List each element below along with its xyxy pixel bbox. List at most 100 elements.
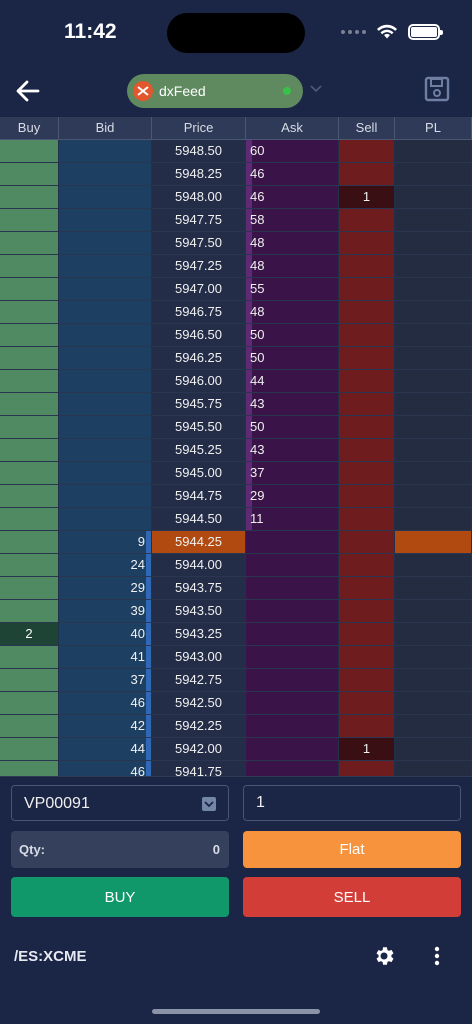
sell-cell[interactable] bbox=[339, 485, 395, 508]
ask-cell[interactable]: 46 bbox=[246, 186, 339, 209]
bid-cell[interactable] bbox=[59, 393, 152, 416]
buy-cell[interactable] bbox=[0, 255, 59, 278]
sell-cell[interactable] bbox=[339, 278, 395, 301]
ask-cell[interactable]: 50 bbox=[246, 416, 339, 439]
ask-cell[interactable]: 29 bbox=[246, 485, 339, 508]
sell-cell[interactable] bbox=[339, 531, 395, 554]
sell-cell[interactable] bbox=[339, 646, 395, 669]
bid-cell[interactable]: 29 bbox=[59, 577, 152, 600]
sell-cell[interactable] bbox=[339, 416, 395, 439]
buy-cell[interactable] bbox=[0, 301, 59, 324]
buy-cell[interactable]: 2 bbox=[0, 623, 59, 646]
ask-cell[interactable]: 44 bbox=[246, 370, 339, 393]
ask-cell[interactable] bbox=[246, 531, 339, 554]
ask-cell[interactable]: 43 bbox=[246, 439, 339, 462]
symbol-label[interactable]: /ES:XCME bbox=[14, 948, 87, 965]
sell-cell[interactable] bbox=[339, 370, 395, 393]
sell-cell[interactable] bbox=[339, 439, 395, 462]
gear-icon[interactable] bbox=[372, 944, 396, 968]
bid-cell[interactable] bbox=[59, 301, 152, 324]
buy-cell[interactable] bbox=[0, 209, 59, 232]
buy-cell[interactable] bbox=[0, 738, 59, 761]
ask-cell[interactable]: 37 bbox=[246, 462, 339, 485]
sell-cell[interactable] bbox=[339, 623, 395, 646]
sell-cell[interactable] bbox=[339, 715, 395, 738]
bid-cell[interactable] bbox=[59, 163, 152, 186]
ask-cell[interactable]: 55 bbox=[246, 278, 339, 301]
sell-cell[interactable] bbox=[339, 163, 395, 186]
bid-cell[interactable] bbox=[59, 324, 152, 347]
ask-cell[interactable] bbox=[246, 577, 339, 600]
order-quantity-input[interactable] bbox=[243, 785, 461, 821]
bid-cell[interactable] bbox=[59, 462, 152, 485]
bid-cell[interactable]: 9 bbox=[59, 531, 152, 554]
bid-cell[interactable] bbox=[59, 347, 152, 370]
buy-cell[interactable] bbox=[0, 324, 59, 347]
ask-cell[interactable]: 11 bbox=[246, 508, 339, 531]
ask-cell[interactable]: 50 bbox=[246, 347, 339, 370]
sell-cell[interactable] bbox=[339, 324, 395, 347]
ask-cell[interactable]: 43 bbox=[246, 393, 339, 416]
bid-cell[interactable] bbox=[59, 416, 152, 439]
buy-cell[interactable] bbox=[0, 554, 59, 577]
flat-button[interactable]: Flat bbox=[243, 831, 461, 868]
price-ladder[interactable]: Buy Bid Price Ask Sell PL 5948.50 60 5948.… bbox=[0, 117, 472, 776]
feed-selector[interactable]: dxFeed bbox=[127, 74, 303, 108]
sell-cell[interactable] bbox=[339, 761, 395, 776]
sell-cell[interactable] bbox=[339, 692, 395, 715]
buy-cell[interactable] bbox=[0, 439, 59, 462]
ask-cell[interactable] bbox=[246, 692, 339, 715]
sell-cell[interactable] bbox=[339, 669, 395, 692]
buy-cell[interactable] bbox=[0, 232, 59, 255]
buy-cell[interactable] bbox=[0, 347, 59, 370]
sell-cell[interactable] bbox=[339, 554, 395, 577]
bid-cell[interactable]: 24 bbox=[59, 554, 152, 577]
ask-cell[interactable]: 48 bbox=[246, 232, 339, 255]
bid-cell[interactable]: 44 bbox=[59, 738, 152, 761]
ask-cell[interactable] bbox=[246, 738, 339, 761]
ask-cell[interactable] bbox=[246, 715, 339, 738]
sell-cell[interactable] bbox=[339, 600, 395, 623]
buy-cell[interactable] bbox=[0, 416, 59, 439]
ask-cell[interactable] bbox=[246, 623, 339, 646]
ask-cell[interactable] bbox=[246, 600, 339, 623]
ask-cell[interactable] bbox=[246, 669, 339, 692]
sell-cell[interactable] bbox=[339, 232, 395, 255]
sell-cell[interactable] bbox=[339, 301, 395, 324]
ask-cell[interactable]: 46 bbox=[246, 163, 339, 186]
ask-cell[interactable] bbox=[246, 646, 339, 669]
buy-cell[interactable] bbox=[0, 508, 59, 531]
sell-cell[interactable] bbox=[339, 140, 395, 163]
buy-cell[interactable] bbox=[0, 140, 59, 163]
bid-cell[interactable]: 41 bbox=[59, 646, 152, 669]
buy-cell[interactable] bbox=[0, 600, 59, 623]
sell-cell[interactable] bbox=[339, 255, 395, 278]
buy-cell[interactable] bbox=[0, 393, 59, 416]
sell-button[interactable]: SELL bbox=[243, 877, 461, 917]
bid-cell[interactable] bbox=[59, 232, 152, 255]
buy-cell[interactable] bbox=[0, 278, 59, 301]
sell-cell[interactable] bbox=[339, 462, 395, 485]
bid-cell[interactable] bbox=[59, 278, 152, 301]
ask-cell[interactable]: 48 bbox=[246, 255, 339, 278]
bid-cell[interactable]: 46 bbox=[59, 692, 152, 715]
save-icon[interactable] bbox=[424, 76, 450, 102]
bid-cell[interactable] bbox=[59, 140, 152, 163]
sell-cell[interactable] bbox=[339, 347, 395, 370]
buy-cell[interactable] bbox=[0, 163, 59, 186]
ask-cell[interactable]: 48 bbox=[246, 301, 339, 324]
bid-cell[interactable] bbox=[59, 186, 152, 209]
bid-cell[interactable]: 42 bbox=[59, 715, 152, 738]
bid-cell[interactable] bbox=[59, 209, 152, 232]
account-select[interactable]: VP00091 bbox=[11, 785, 229, 821]
ask-cell[interactable]: 50 bbox=[246, 324, 339, 347]
bid-cell[interactable]: 46 bbox=[59, 761, 152, 776]
ask-cell[interactable] bbox=[246, 554, 339, 577]
buy-cell[interactable] bbox=[0, 761, 59, 776]
buy-cell[interactable] bbox=[0, 669, 59, 692]
buy-cell[interactable] bbox=[0, 186, 59, 209]
back-arrow-icon[interactable] bbox=[14, 77, 42, 105]
ask-cell[interactable]: 58 bbox=[246, 209, 339, 232]
chevron-down-icon[interactable] bbox=[310, 82, 322, 94]
buy-cell[interactable] bbox=[0, 370, 59, 393]
